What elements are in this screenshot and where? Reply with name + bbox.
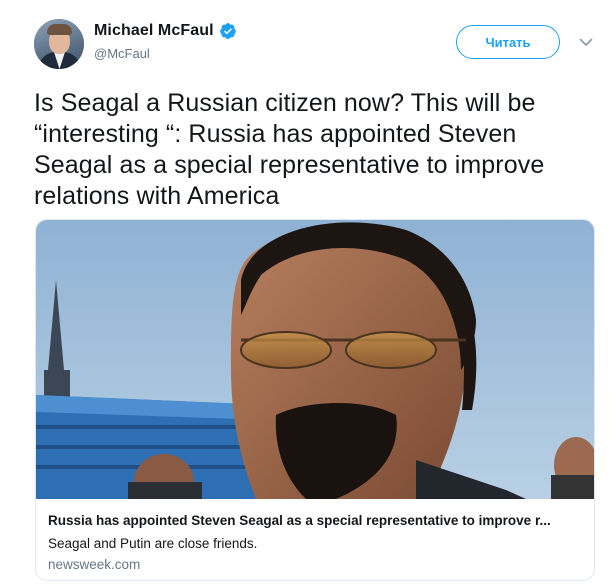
follow-button[interactable]: Читать — [456, 25, 560, 59]
avatar-hair — [47, 24, 72, 35]
link-card[interactable]: Russia has appointed Steven Seagal as a … — [35, 219, 595, 581]
card-body[interactable]: Russia has appointed Steven Seagal as a … — [36, 500, 594, 580]
avatar[interactable] — [34, 19, 84, 69]
author-name[interactable]: Michael McFaul — [94, 22, 214, 40]
card-description: Seagal and Putin are close friends. — [48, 536, 258, 551]
tweet-text: Is Seagal a Russian citizen now? This wi… — [34, 89, 545, 210]
tweet-header: Michael McFaul @McFaul Читать — [0, 0, 613, 80]
card-photo — [36, 220, 594, 499]
card-image[interactable] — [36, 220, 594, 499]
author-handle[interactable]: @McFaul — [94, 46, 150, 61]
verified-badge-icon — [219, 23, 236, 39]
chevron-down-icon[interactable] — [578, 34, 594, 50]
author-name-row[interactable]: Michael McFaul — [94, 22, 237, 40]
card-domain[interactable]: newsweek.com — [48, 557, 582, 572]
card-title[interactable]: Russia has appointed Steven Seagal as a … — [48, 513, 582, 531]
